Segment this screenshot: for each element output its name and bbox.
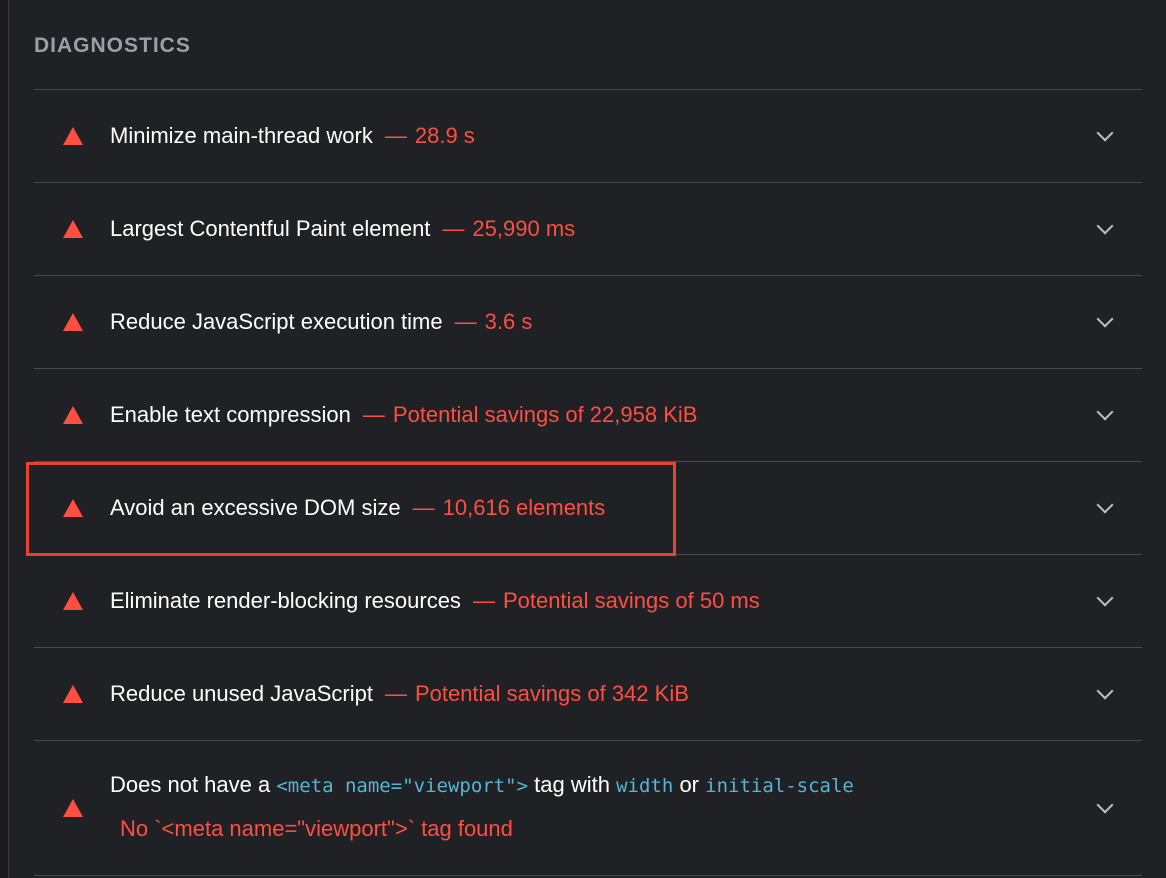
diagnostics-panel: DIAGNOSTICS Minimize main-thread work — 28… [9,0,1166,878]
audit-title-part: Does not have a [110,772,271,797]
audit-title-part: tag with [534,772,610,797]
audit-row-main-thread[interactable]: Minimize main-thread work — 28.9 s [34,89,1142,182]
audit-title: Reduce JavaScript execution time [110,309,443,334]
audit-separator: — [442,216,465,241]
audit-separator: — [454,309,477,334]
warning-triangle-icon [63,406,83,424]
audit-detail: No `<meta name="viewport">` tag found [120,816,513,841]
audit-value: Potential savings of 342 KiB [414,681,689,706]
audit-row-viewport[interactable]: Does not have a <meta name="viewport"> t… [34,740,1142,876]
chevron-down-icon[interactable] [1096,496,1114,514]
audit-separator: — [384,123,407,148]
warning-triangle-icon [63,313,83,331]
audit-value: Potential savings of 50 ms [502,588,760,613]
section-title: DIAGNOSTICS [34,34,191,57]
warning-triangle-icon [63,685,83,703]
warning-triangle-icon [63,592,83,610]
audit-title-part: or [679,772,699,797]
code-meta-viewport: <meta name="viewport"> [276,775,529,797]
chevron-down-icon[interactable] [1096,403,1114,421]
warning-triangle-icon [63,499,83,517]
left-panel-edge [0,0,9,878]
chevron-down-icon[interactable] [1096,682,1114,700]
audit-row-render-blocking[interactable]: Eliminate render-blocking resources — Pote… [34,554,1142,647]
audit-title: Eliminate render-blocking resources [110,588,461,613]
audit-value: 3.6 s [484,309,533,334]
audit-separator: — [362,402,385,427]
audit-row-text-compression[interactable]: Enable text compression — Potential saving… [34,368,1142,461]
audit-value: Potential savings of 22,958 KiB [392,402,698,427]
audit-value: 10,616 elements [442,495,606,520]
warning-triangle-icon [63,799,83,817]
audit-title: Does not have a <meta name="viewport"> t… [110,772,854,798]
warning-triangle-icon [63,127,83,145]
audit-row-lcp-element[interactable]: Largest Contentful Paint element — 25,990 … [34,182,1142,275]
audit-title: Avoid an excessive DOM size [110,495,401,520]
code-width: width [616,775,674,797]
audit-row-dom-size[interactable]: Avoid an excessive DOM size — 10,616 eleme… [34,461,1142,554]
warning-triangle-icon [63,220,83,238]
chevron-down-icon[interactable] [1096,796,1114,814]
chevron-down-icon[interactable] [1096,310,1114,328]
audit-value: 28.9 s [414,123,475,148]
audit-value: 25,990 ms [472,216,576,241]
chevron-down-icon[interactable] [1096,217,1114,235]
audit-separator: — [384,681,407,706]
code-initial-scale: initial-scale [705,775,854,797]
chevron-down-icon[interactable] [1096,589,1114,607]
audit-separator: — [472,588,495,613]
audit-row-unused-js[interactable]: Reduce unused JavaScript — Potential savin… [34,647,1142,740]
audit-title: Reduce unused JavaScript [110,681,373,706]
audit-title: Largest Contentful Paint element [110,216,431,241]
audit-row-js-execution[interactable]: Reduce JavaScript execution time — 3.6 s [34,275,1142,368]
audit-separator: — [412,495,435,520]
audit-list: Minimize main-thread work — 28.9 s Largest… [34,89,1142,876]
chevron-down-icon[interactable] [1096,124,1114,142]
audit-title: Minimize main-thread work [110,123,373,148]
audit-title: Enable text compression [110,402,351,427]
